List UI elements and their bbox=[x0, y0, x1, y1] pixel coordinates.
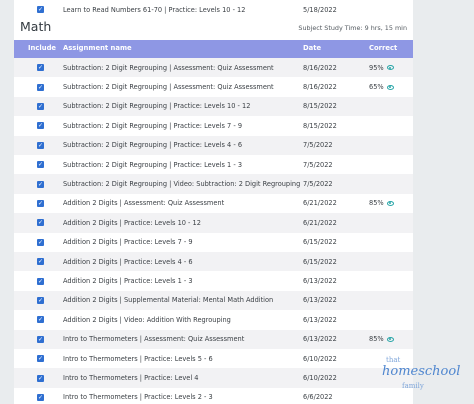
table-header: Include Assignment name Date Correct bbox=[14, 40, 413, 58]
eye-icon[interactable] bbox=[386, 65, 394, 71]
assignment-name: Addition 2 Digits | Video: Addition With… bbox=[63, 315, 231, 324]
table-row: ✓ Addition 2 Digits | Supplemental Materi… bbox=[14, 290, 413, 311]
assignment-name: Addition 2 Digits | Assessment: Quiz Ass… bbox=[63, 199, 225, 208]
table-row: ✓ Learn to Read Numbers 61-70 | Practice… bbox=[14, 0, 413, 20]
subject-study-time: Subject Study Time: 9 hrs, 15 min bbox=[298, 24, 407, 32]
assignment-date: 6/10/2022 bbox=[303, 354, 337, 363]
include-checkbox[interactable]: ✓ bbox=[37, 219, 44, 227]
assignment-name: Intro to Thermometers | Practice: Level … bbox=[63, 374, 199, 383]
column-header-include[interactable]: Include bbox=[28, 44, 56, 52]
assignment-name: Subtraction: 2 Digit Regrouping | Practi… bbox=[63, 121, 243, 130]
include-checkbox[interactable]: ✓ bbox=[37, 296, 44, 304]
assignment-date: 6/15/2022 bbox=[303, 257, 337, 266]
include-checkbox[interactable]: ✓ bbox=[37, 64, 44, 72]
assignment-date: 8/15/2022 bbox=[303, 102, 337, 111]
assignment-date: 6/6/2022 bbox=[303, 393, 333, 402]
assignment-date: 6/21/2022 bbox=[303, 218, 337, 227]
table-row: ✓ Subtraction: 2 Digit Regrouping | Pract… bbox=[14, 135, 413, 155]
assignment-name: Addition 2 Digits | Practice: Levels 10 … bbox=[63, 218, 201, 227]
include-checkbox[interactable]: ✓ bbox=[37, 258, 44, 266]
assignment-name: Intro to Thermometers | Practice: Levels… bbox=[63, 393, 213, 402]
assignment-name: Addition 2 Digits | Practice: Levels 4 -… bbox=[63, 257, 193, 266]
table-row: ✓ Addition 2 Digits | Assessment: Quiz As… bbox=[14, 193, 413, 214]
include-checkbox[interactable]: ✓ bbox=[37, 122, 44, 130]
assignment-name: Addition 2 Digits | Practice: Levels 7 -… bbox=[63, 238, 193, 247]
assignment-date: 6/13/2022 bbox=[303, 296, 337, 305]
include-checkbox[interactable]: ✓ bbox=[37, 335, 44, 343]
assignment-name: Intro to Thermometers | Practice: Levels… bbox=[63, 354, 213, 363]
assignment-date: 6/21/2022 bbox=[303, 199, 337, 208]
assignment-date: 6/13/2022 bbox=[303, 277, 337, 286]
assignment-date: 6/10/2022 bbox=[303, 374, 337, 383]
table-row: ✓ Intro to Thermometers | Assessment: Qui… bbox=[14, 329, 413, 349]
include-checkbox[interactable]: ✓ bbox=[37, 6, 44, 14]
assignment-name: Intro to Thermometers | Assessment: Quiz… bbox=[63, 335, 245, 344]
table-row: ✓ Intro to Thermometers | Practice: Level… bbox=[14, 368, 413, 388]
table-row: ✓ Addition 2 Digits | Video: Addition Wit… bbox=[14, 310, 413, 330]
table-row: ✓ Subtraction: 2 Digit Regrouping | Pract… bbox=[14, 155, 413, 175]
table-row: ✓ Addition 2 Digits | Practice: Levels 1 … bbox=[14, 271, 413, 291]
include-checkbox[interactable]: ✓ bbox=[37, 199, 44, 207]
table-row: ✓ Subtraction: 2 Digit Regrouping | Asses… bbox=[14, 77, 413, 97]
table-row: ✓ Addition 2 Digits | Practice: Levels 4 … bbox=[14, 252, 413, 272]
correct-percent: 85% bbox=[369, 335, 384, 344]
assignment-date: 8/16/2022 bbox=[303, 63, 337, 72]
assignment-date: 6/13/2022 bbox=[303, 335, 337, 344]
assignment-date: 6/15/2022 bbox=[303, 238, 337, 247]
assignment-name: Subtraction: 2 Digit Regrouping | Practi… bbox=[63, 102, 251, 111]
eye-icon[interactable] bbox=[386, 84, 394, 90]
correct-score: 95% bbox=[369, 64, 394, 72]
include-checkbox[interactable]: ✓ bbox=[37, 161, 44, 169]
column-header-correct[interactable]: Correct bbox=[369, 44, 397, 52]
assignment-name: Addition 2 Digits | Supplemental Materia… bbox=[63, 296, 274, 305]
table-row: ✓ Subtraction: 2 Digit Regrouping | Pract… bbox=[14, 116, 413, 136]
assignment-date: 7/5/2022 bbox=[303, 141, 333, 150]
include-checkbox[interactable]: ✓ bbox=[37, 238, 44, 246]
assignment-name: Subtraction: 2 Digit Regrouping | Assess… bbox=[63, 63, 274, 72]
assignment-date: 8/15/2022 bbox=[303, 121, 337, 130]
include-checkbox[interactable]: ✓ bbox=[37, 355, 44, 363]
table-row: ✓ Subtraction: 2 Digit Regrouping | Asses… bbox=[14, 58, 413, 78]
section-title: Math bbox=[20, 19, 52, 34]
assignment-date: 7/5/2022 bbox=[303, 180, 333, 189]
assignment-name: Subtraction: 2 Digit Regrouping | Practi… bbox=[63, 141, 243, 150]
column-header-name[interactable]: Assignment name bbox=[63, 44, 132, 52]
assignment-date: 5/18/2022 bbox=[303, 5, 337, 14]
that-homeschool-family-logo: that homeschool family bbox=[382, 356, 461, 390]
assignment-date: 8/16/2022 bbox=[303, 83, 337, 92]
include-checkbox[interactable]: ✓ bbox=[37, 277, 44, 285]
table-row: ✓ Intro to Thermometers | Practice: Level… bbox=[14, 349, 413, 369]
assignment-name: Subtraction: 2 Digit Regrouping | Assess… bbox=[63, 83, 274, 92]
correct-percent: 95% bbox=[369, 63, 384, 72]
report-panel: ✓ Learn to Read Numbers 61-70 | Practice… bbox=[14, 0, 413, 404]
assignment-name: Learn to Read Numbers 61-70 | Practice: … bbox=[63, 5, 246, 14]
assignment-date: 7/5/2022 bbox=[303, 160, 333, 169]
correct-score: 85% bbox=[369, 335, 394, 343]
assignment-name: Subtraction: 2 Digit Regrouping | Practi… bbox=[63, 160, 243, 169]
include-checkbox[interactable]: ✓ bbox=[37, 393, 44, 401]
include-checkbox[interactable]: ✓ bbox=[37, 141, 44, 149]
include-checkbox[interactable]: ✓ bbox=[37, 180, 44, 188]
include-checkbox[interactable]: ✓ bbox=[37, 83, 44, 91]
table-row: ✓ Subtraction: 2 Digit Regrouping | Pract… bbox=[14, 96, 413, 117]
assignment-name: Addition 2 Digits | Practice: Levels 1 -… bbox=[63, 277, 193, 286]
correct-score: 85% bbox=[369, 199, 394, 207]
correct-score: 65% bbox=[369, 83, 394, 91]
assignment-name: Subtraction: 2 Digit Regrouping | Video:… bbox=[63, 180, 301, 189]
include-checkbox[interactable]: ✓ bbox=[37, 316, 44, 324]
assignment-date: 6/13/2022 bbox=[303, 315, 337, 324]
eye-icon[interactable] bbox=[386, 336, 394, 342]
table-row: ✓ Intro to Thermometers | Practice: Level… bbox=[14, 387, 413, 404]
table-row: ✓ Addition 2 Digits | Practice: Levels 7 … bbox=[14, 232, 413, 252]
correct-percent: 65% bbox=[369, 83, 384, 92]
include-checkbox[interactable]: ✓ bbox=[37, 374, 44, 382]
column-header-date[interactable]: Date bbox=[303, 44, 321, 52]
table-row: ✓ Subtraction: 2 Digit Regrouping | Video… bbox=[14, 174, 413, 194]
include-checkbox[interactable]: ✓ bbox=[37, 102, 44, 110]
table-row: ✓ Addition 2 Digits | Practice: Levels 10… bbox=[14, 213, 413, 233]
eye-icon[interactable] bbox=[386, 200, 394, 206]
correct-percent: 85% bbox=[369, 199, 384, 208]
